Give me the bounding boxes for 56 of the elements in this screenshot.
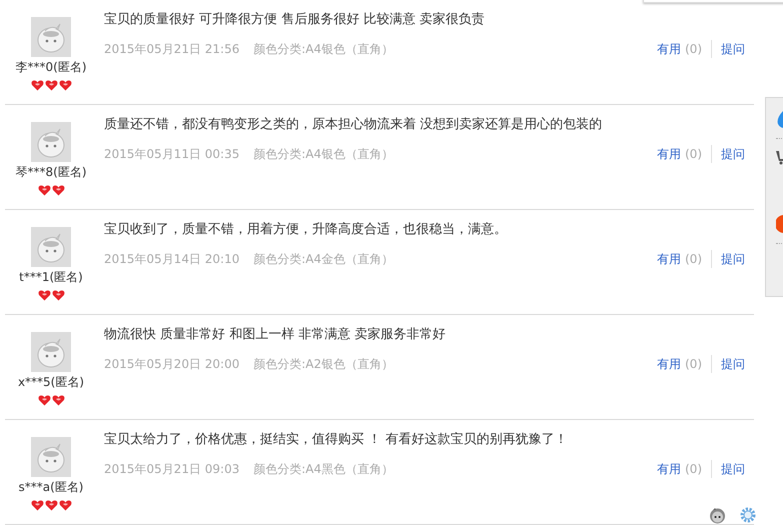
heart-icon <box>38 395 50 406</box>
avatar-icon <box>31 437 71 477</box>
useful-link[interactable]: 有用 <box>657 40 681 58</box>
avatar-icon <box>31 122 71 162</box>
heart-icon <box>38 185 50 196</box>
useful-link[interactable]: 有用 <box>657 250 681 268</box>
user-name: s***a(匿名) <box>18 479 84 496</box>
badge-icon[interactable] <box>776 215 783 233</box>
product-variant: 颜色分类:A4银色（直角） <box>253 40 394 58</box>
useful-count: (0) <box>685 42 702 56</box>
heart-icon <box>52 290 64 301</box>
heart-icon <box>44 500 58 511</box>
product-variant: 颜色分类:A4银色（直角） <box>253 146 394 162</box>
avatar-icon <box>31 332 71 372</box>
user-name: 李***0(匿名) <box>16 59 86 76</box>
review-text: 物流很快 质量非常好 和图上一样 非常满意 卖家服务非常好 <box>104 326 447 344</box>
avatar-icon <box>31 17 71 57</box>
review-date: 2015年05月21日 09:03 <box>104 460 240 478</box>
ask-link[interactable]: 提问 <box>721 40 745 58</box>
heart-icon <box>44 80 58 91</box>
user-name: x***5(匿名) <box>18 374 84 391</box>
ask-link[interactable]: 提问 <box>721 250 745 268</box>
review-text: 宝贝太给力了，价格优惠，挺结实，值得购买 ！ 有看好这款宝贝的别再犹豫了！ <box>104 431 568 449</box>
avatar-icon <box>31 227 71 267</box>
user-name: t***1(匿名) <box>19 269 83 286</box>
review-date: 2015年05月20日 20:00 <box>104 356 240 372</box>
heart-icon <box>58 80 72 91</box>
useful-link[interactable]: 有用 <box>657 460 681 478</box>
review-text: 质量还不错，都没有鸭变形之类的，原本担心物流来着 没想到卖家还算是用心的包装的 <box>104 116 604 134</box>
drop-icon[interactable] <box>776 110 783 128</box>
review-date: 2015年05月21日 21:56 <box>104 40 240 58</box>
useful-link[interactable]: 有用 <box>657 146 681 162</box>
robot-icon[interactable] <box>709 507 726 524</box>
product-variant: 颜色分类:A2银色（直角） <box>253 356 394 372</box>
useful-link[interactable]: 有用 <box>657 356 681 372</box>
useful-count: (0) <box>685 147 702 161</box>
heart-icon <box>38 290 50 301</box>
useful-count: (0) <box>685 357 702 371</box>
useful-count: (0) <box>685 462 702 476</box>
ask-link[interactable]: 提问 <box>721 146 745 162</box>
review-date: 2015年05月11日 00:35 <box>104 146 240 162</box>
heart-icon <box>52 185 64 196</box>
heart-icon <box>58 500 72 511</box>
settings-icon[interactable] <box>740 507 756 523</box>
review-text: 宝贝收到了，质量不错，用着方便，升降高度合适，也很稳当，满意。 <box>104 221 508 239</box>
useful-count: (0) <box>685 252 702 266</box>
review-date: 2015年05月14日 20:10 <box>104 250 240 268</box>
review-text: 宝贝的质量很好 可升降很方便 售后服务很好 比较满意 卖家很负责 <box>104 11 486 29</box>
heart-icon <box>30 500 44 511</box>
ask-link[interactable]: 提问 <box>721 356 745 372</box>
heart-icon <box>52 395 64 406</box>
ask-link[interactable]: 提问 <box>721 460 745 478</box>
user-name: 琴***8(匿名) <box>16 164 86 181</box>
product-variant: 颜色分类:A4金色（直角） <box>253 250 394 268</box>
heart-icon <box>30 80 44 91</box>
product-variant: 颜色分类:A4黑色（直角） <box>253 460 394 478</box>
